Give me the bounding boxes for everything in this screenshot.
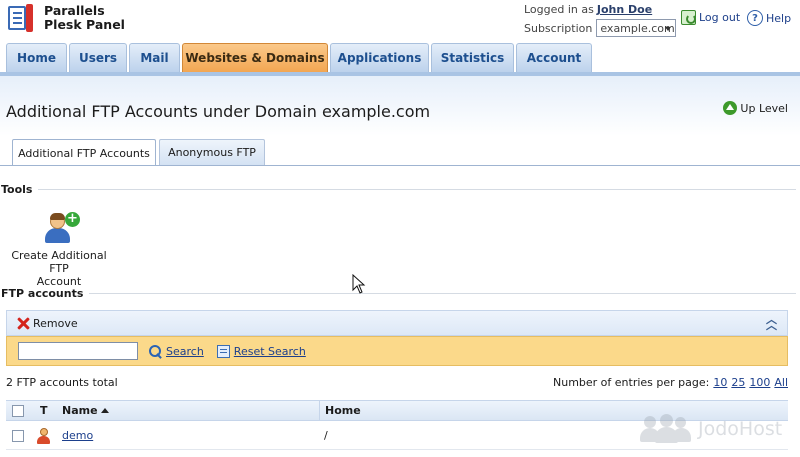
per-page-label: Number of entries per page: [553,376,710,389]
add-user-icon: + [42,212,80,246]
tools-heading: Tools [1,183,796,196]
subscription-label: Subscription [524,21,593,35]
tab-home[interactable]: Home [6,43,67,72]
remove-button[interactable]: Remove [16,316,78,330]
tab-websites-domains[interactable]: Websites & Domains [182,43,328,72]
search-icon [149,344,162,358]
plesk-logo-icon [6,3,36,33]
column-home: Home [325,404,361,417]
column-type: T [40,404,48,417]
sort-ascending-icon [100,408,109,413]
entries-per-page: Number of entries per page: 10 25 100 Al… [553,376,788,389]
user-area: Logged in as John Doe Subscription exampl… [524,3,677,37]
sub-tabs: Additional FTP Accounts Anonymous FTP [12,139,268,166]
up-level-label: Up Level [740,101,788,115]
ftp-account-home: / [324,429,328,442]
page-title: Additional FTP Accounts under Domain exa… [6,102,431,121]
up-arrow-icon [723,101,738,115]
help-icon: ? [747,10,763,26]
collapse-chevron-icon[interactable]: ︿ ︿ [766,314,777,331]
ftp-accounts-heading: FTP accounts [1,287,796,300]
remove-label: Remove [33,316,78,330]
user-name-link[interactable]: John Doe [597,3,652,16]
reset-search-button[interactable]: Reset Search [216,344,306,358]
tab-anonymous-ftp[interactable]: Anonymous FTP [159,139,265,165]
brand-line-1: Parallels [44,3,105,18]
tab-statistics[interactable]: Statistics [431,43,514,72]
people-icon [640,414,692,444]
sub-tabs-divider [0,165,800,166]
mouse-cursor-icon [352,274,366,294]
per-page-all[interactable]: All [774,376,788,389]
watermark: JodoHost [640,414,782,444]
tab-users[interactable]: Users [69,43,127,72]
logout-icon [681,10,696,25]
brand[interactable]: Parallels Plesk Panel [6,3,125,33]
tab-mail[interactable]: Mail [129,43,180,72]
search-button[interactable]: Search [149,344,204,358]
ftp-accounts-heading-label: FTP accounts [1,287,84,300]
ftp-account-link[interactable]: demo [62,422,93,449]
watermark-text: JodoHost [698,418,783,440]
per-page-10[interactable]: 10 [713,376,727,389]
remove-x-icon [16,316,30,330]
reset-search-label: Reset Search [233,344,306,358]
reset-search-icon [216,344,230,358]
tab-account[interactable]: Account [516,43,592,72]
logged-in-label: Logged in as [524,3,594,16]
create-ftp-account-button[interactable]: + Create Additional FTP Account [6,212,112,289]
tools-heading-label: Tools [1,183,33,196]
per-page-100[interactable]: 100 [749,376,770,389]
list-toolbar: Remove ︿ ︿ [6,310,788,336]
tab-applications[interactable]: Applications [330,43,429,72]
help-label: Help [766,11,792,25]
search-bar: Search Reset Search [6,336,788,366]
logout-link[interactable]: Log out [681,10,740,25]
chevron-down-icon [665,27,672,31]
row-checkbox[interactable] [12,422,24,449]
subscription-value: example.com [600,21,675,35]
logout-label: Log out [699,11,741,24]
column-name-label: Name [62,404,98,417]
brand-line-2: Plesk Panel [44,17,125,32]
help-link[interactable]: ? Help [747,10,791,26]
up-level-link[interactable]: Up Level [723,101,788,115]
search-label: Search [166,344,204,358]
column-name-sort[interactable]: Name [62,401,109,420]
subscription-select[interactable]: example.com [596,19,677,37]
ftp-account-name: demo [62,429,94,442]
ftp-user-icon [36,422,52,449]
main-nav: Home Users Mail Websites & Domains Appli… [6,43,594,72]
brand-name: Parallels Plesk Panel [44,4,125,32]
total-count: 2 FTP accounts total [6,376,118,389]
column-divider [319,401,320,420]
search-input[interactable] [18,342,138,360]
select-all-checkbox[interactable] [12,401,24,420]
create-ftp-label-line1: Create Additional FTP [11,249,107,275]
tab-additional-ftp-accounts[interactable]: Additional FTP Accounts [12,139,156,166]
per-page-25[interactable]: 25 [731,376,745,389]
